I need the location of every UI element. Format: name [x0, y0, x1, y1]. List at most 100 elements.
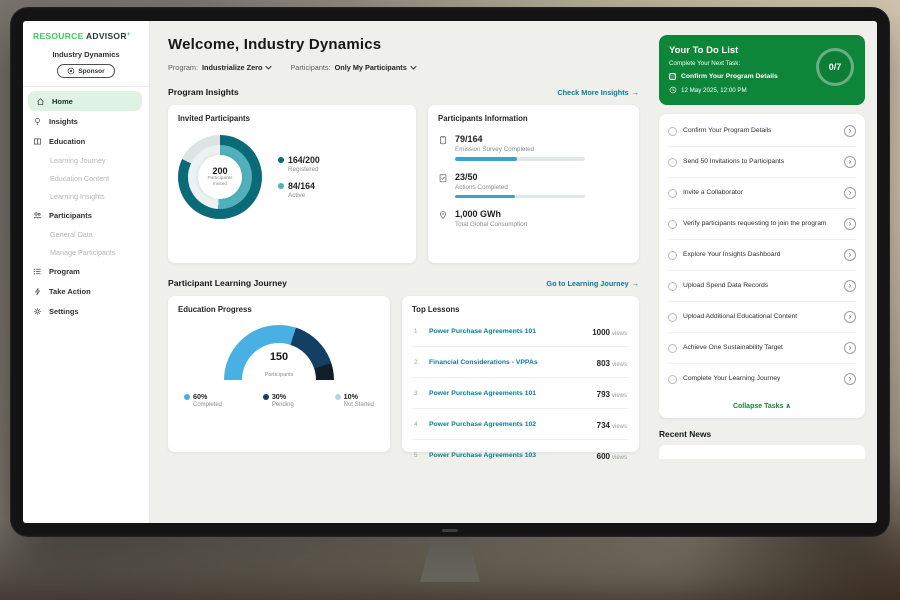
chevron-down-icon: [410, 65, 417, 70]
task-row[interactable]: Achieve One Sustainability Target ›: [668, 333, 856, 364]
task-label: Complete Your Learning Journey: [683, 374, 838, 383]
legend-value: 84/164: [288, 181, 315, 191]
sidebar-item-home[interactable]: Home: [28, 91, 142, 111]
sidebar-item-label: Learning Journey: [50, 156, 106, 165]
sidebar-item-label: Education: [49, 137, 85, 146]
todo-due: 12 May 2025, 12:00 PM: [669, 86, 855, 94]
logo-plus: +: [127, 31, 131, 38]
sidebar-item-learning-journey[interactable]: Learning Journey: [23, 151, 149, 169]
chevron-right-icon[interactable]: ›: [844, 156, 856, 168]
card-title: Invited Participants: [178, 114, 406, 123]
sidebar-item-insights[interactable]: Insights: [23, 111, 149, 131]
checkbox[interactable]: [668, 189, 677, 198]
insights-cards-row: Invited Participants 200 Participants In…: [168, 105, 639, 263]
chevron-right-icon[interactable]: ›: [844, 373, 856, 385]
page-title: Welcome, Industry Dynamics: [168, 36, 639, 53]
chevron-right-icon[interactable]: ›: [844, 311, 856, 323]
logo-advisor: ADVISOR: [86, 31, 127, 41]
sidebar-item-label: Education Content: [50, 174, 109, 183]
progress-bar: [455, 157, 585, 161]
sidebar-item-take-action[interactable]: Take Action: [23, 281, 149, 301]
legend-label: Not Started: [344, 402, 374, 408]
go-to-learning-journey-link[interactable]: Go to Learning Journey →: [546, 279, 639, 288]
link-label: Go to Learning Journey: [546, 279, 628, 288]
app-logo: RESOURCE ADVISOR+: [23, 31, 149, 41]
link-label: Check More Insights: [557, 88, 628, 97]
donut-center-value: 200: [212, 166, 227, 176]
task-row[interactable]: Verify participants requesting to join t…: [668, 209, 856, 240]
lesson-title-link[interactable]: Power Purchase Agreements 101: [429, 390, 590, 397]
task-row[interactable]: Upload Spend Data Records ›: [668, 271, 856, 302]
chevron-right-icon[interactable]: ›: [844, 249, 856, 261]
task-row[interactable]: Invite a Collaborator ›: [668, 178, 856, 209]
collapse-tasks-button[interactable]: Collapse Tasks ∧: [668, 394, 856, 414]
learning-cards-row: Education Progress 150 Participants: [168, 296, 639, 452]
checkbox[interactable]: [668, 282, 677, 291]
gear-icon: [33, 307, 43, 316]
sidebar-item-settings[interactable]: Settings: [23, 301, 149, 321]
progress-bar-fill: [455, 157, 517, 161]
chevron-right-icon[interactable]: ›: [844, 218, 856, 230]
sidebar-item-education[interactable]: Education: [23, 131, 149, 151]
legend-item-registered: 164/200 Registered: [278, 155, 320, 173]
sidebar-item-label: Home: [52, 97, 73, 106]
sidebar-item-general-data[interactable]: General Data: [23, 225, 149, 243]
lesson-title-link[interactable]: Power Purchase Agreements 103: [429, 452, 590, 459]
lesson-title-link[interactable]: Financial Considerations - VPPAs: [429, 359, 590, 366]
home-icon: [36, 97, 46, 106]
chevron-right-icon[interactable]: ›: [844, 125, 856, 137]
info-label: Emission Survey Completed: [455, 146, 585, 153]
checkbox[interactable]: [668, 344, 677, 353]
card-title: Education Progress: [178, 305, 380, 314]
checkbox[interactable]: [668, 158, 677, 167]
lesson-views-label: views: [612, 393, 627, 399]
legend-label: Registered: [288, 166, 320, 173]
task-row[interactable]: Explore Your Insights Dashboard ›: [668, 240, 856, 271]
chevron-right-icon[interactable]: ›: [844, 280, 856, 292]
sponsor-badge[interactable]: Sponsor: [57, 64, 114, 78]
task-row[interactable]: Complete Your Learning Journey ›: [668, 364, 856, 394]
checkbox[interactable]: [668, 127, 677, 136]
lesson-views: 803: [597, 359, 610, 368]
lesson-views-label: views: [612, 455, 627, 461]
sidebar-item-learning-insights[interactable]: Learning Insights: [23, 187, 149, 205]
lesson-title-link[interactable]: Power Purchase Agreements 101: [429, 328, 585, 335]
education-progress-card: Education Progress 150 Participants: [168, 296, 390, 452]
participants-filter-value: Only My Participants: [335, 63, 407, 72]
participants-filter-dropdown[interactable]: Only My Participants: [335, 63, 417, 72]
org-name: Industry Dynamics: [23, 50, 149, 59]
todo-summary-card: Your To Do List Complete Your Next Task:…: [659, 35, 865, 105]
checkbox[interactable]: [668, 251, 677, 260]
sidebar-item-participants[interactable]: Participants: [23, 205, 149, 225]
sidebar-item-label: Manage Participants: [50, 248, 116, 257]
lesson-row: 4 Power Purchase Agreements 102 734views: [412, 409, 629, 440]
checklist-icon: [438, 173, 448, 183]
participants-information-card: Participants Information 79/164 Emission…: [428, 105, 639, 263]
legend-pct: 60%: [193, 392, 207, 401]
check-more-insights-link[interactable]: Check More Insights →: [557, 88, 639, 97]
checkbox[interactable]: [668, 220, 677, 229]
program-filter-dropdown[interactable]: Industrialize Zero: [202, 63, 272, 72]
task-row[interactable]: Confirm Your Program Details ›: [668, 116, 856, 147]
sidebar-item-label: Participants: [49, 211, 92, 220]
monitor-bezel: RESOURCE ADVISOR+ Industry Dynamics Spon…: [10, 7, 890, 537]
chevron-right-icon[interactable]: ›: [844, 187, 856, 199]
checkbox[interactable]: [669, 73, 676, 80]
chevron-right-icon[interactable]: ›: [844, 342, 856, 354]
info-label: Actions Completed: [455, 184, 585, 191]
participants-filter-label: Participants:: [290, 63, 330, 72]
sidebar-item-program[interactable]: Program: [23, 261, 149, 281]
checkbox[interactable]: [668, 375, 677, 384]
checkbox[interactable]: [668, 313, 677, 322]
invited-participants-card: Invited Participants 200 Participants In…: [168, 105, 416, 263]
lesson-title-link[interactable]: Power Purchase Agreements 102: [429, 421, 590, 428]
participants-filter: Participants: Only My Participants: [290, 63, 416, 72]
sidebar-item-manage-participants[interactable]: Manage Participants: [23, 243, 149, 261]
task-row[interactable]: Send 50 Invitations to Participants ›: [668, 147, 856, 178]
lesson-views-label: views: [612, 424, 627, 430]
lesson-rank: 5: [414, 452, 422, 459]
task-row[interactable]: Upload Additional Educational Content ›: [668, 302, 856, 333]
list-icon: [33, 267, 43, 276]
info-value: 79/164: [455, 134, 585, 144]
sidebar-item-education-content[interactable]: Education Content: [23, 169, 149, 187]
